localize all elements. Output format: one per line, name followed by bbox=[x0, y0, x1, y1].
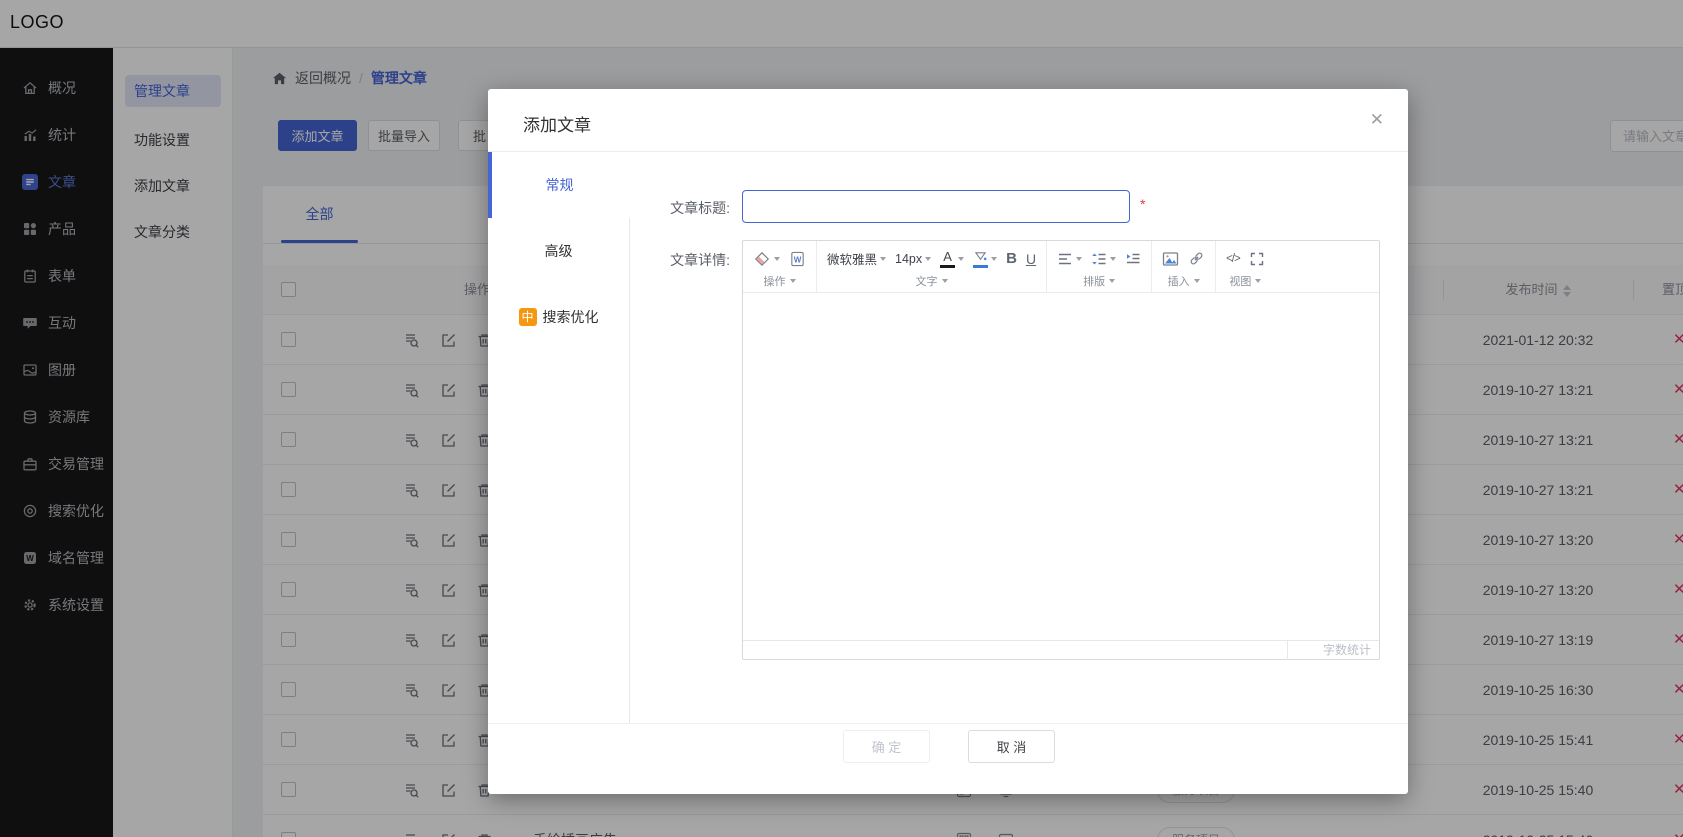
confirm-button[interactable]: 确 定 bbox=[843, 730, 930, 763]
line-height-icon[interactable] bbox=[1091, 251, 1116, 267]
editor-toolbar: W 操作 微软雅黑 14px A B U bbox=[743, 241, 1379, 293]
modal-title: 添加文章 bbox=[523, 111, 591, 136]
rich-text-editor: W 操作 微软雅黑 14px A B U bbox=[742, 240, 1380, 660]
modal-body: 常规 高级 中搜索优化 文章标题: * 文章详情: W bbox=[488, 152, 1408, 723]
modal-tab-column: 常规 高级 中搜索优化 bbox=[488, 152, 630, 723]
required-asterisk: * bbox=[1140, 196, 1145, 212]
group-label-text[interactable]: 文字 bbox=[916, 273, 948, 290]
word-count-label: 字数统计 bbox=[1287, 641, 1379, 660]
editor-content-area[interactable] bbox=[743, 293, 1379, 640]
modal-footer: 确 定 取 消 bbox=[488, 723, 1408, 793]
close-icon[interactable]: ✕ bbox=[1370, 110, 1384, 130]
article-title-input[interactable] bbox=[742, 190, 1130, 223]
modal-header: 添加文章 ✕ bbox=[488, 89, 1408, 152]
image-icon[interactable] bbox=[1162, 251, 1179, 267]
seo-badge-icon: 中 bbox=[519, 308, 537, 326]
modal-tab-seo[interactable]: 中搜索优化 bbox=[488, 284, 629, 350]
group-label-layout[interactable]: 排版 bbox=[1083, 273, 1115, 290]
link-icon[interactable] bbox=[1188, 250, 1205, 267]
indent-icon[interactable] bbox=[1125, 251, 1141, 267]
source-code-icon[interactable]: </> bbox=[1226, 253, 1240, 265]
modal-form: 文章标题: * 文章详情: W 操作 bbox=[630, 152, 1408, 723]
modal-tab-advanced[interactable]: 高级 bbox=[488, 218, 629, 284]
group-label-actions[interactable]: 操作 bbox=[764, 273, 796, 290]
highlight-color-button[interactable] bbox=[973, 250, 997, 268]
bold-button[interactable]: B bbox=[1006, 250, 1017, 267]
add-article-modal: 添加文章 ✕ 常规 高级 中搜索优化 文章标题: * 文章详情: bbox=[488, 89, 1408, 794]
font-family-select[interactable]: 微软雅黑 bbox=[827, 249, 886, 268]
modal-tab-label: 常规 bbox=[546, 175, 574, 195]
toolbar-group-view: </> 视图 bbox=[1216, 241, 1275, 292]
group-label-view[interactable]: 视图 bbox=[1229, 273, 1261, 290]
article-detail-label: 文章详情: bbox=[667, 250, 730, 270]
font-size-select[interactable]: 14px bbox=[895, 252, 931, 266]
underline-button[interactable]: U bbox=[1026, 251, 1036, 267]
screen: LOGO 概况 统计 文章 产品 表单 互动 图册 bbox=[0, 0, 1683, 837]
editor-status-bar: 字数统计 bbox=[743, 640, 1379, 660]
toolbar-group-layout: 排版 bbox=[1047, 241, 1152, 292]
modal-tab-label: 搜索优化 bbox=[543, 307, 599, 327]
modal-tab-label: 高级 bbox=[545, 241, 573, 261]
toolbar-group-text: 微软雅黑 14px A B U 文字 bbox=[817, 241, 1047, 292]
svg-text:W: W bbox=[794, 255, 802, 264]
paste-word-icon[interactable]: W bbox=[789, 250, 806, 268]
toolbar-group-insert: 插入 bbox=[1152, 241, 1216, 292]
article-title-label: 文章标题: bbox=[667, 198, 730, 218]
eraser-icon[interactable] bbox=[753, 250, 780, 268]
align-icon[interactable] bbox=[1057, 251, 1082, 267]
fullscreen-icon[interactable] bbox=[1249, 251, 1265, 267]
toolbar-group-actions: W 操作 bbox=[743, 241, 817, 292]
font-color-button[interactable]: A bbox=[940, 250, 964, 268]
group-label-insert[interactable]: 插入 bbox=[1168, 273, 1200, 290]
cancel-button[interactable]: 取 消 bbox=[968, 730, 1055, 763]
modal-tab-general[interactable]: 常规 bbox=[488, 152, 631, 218]
